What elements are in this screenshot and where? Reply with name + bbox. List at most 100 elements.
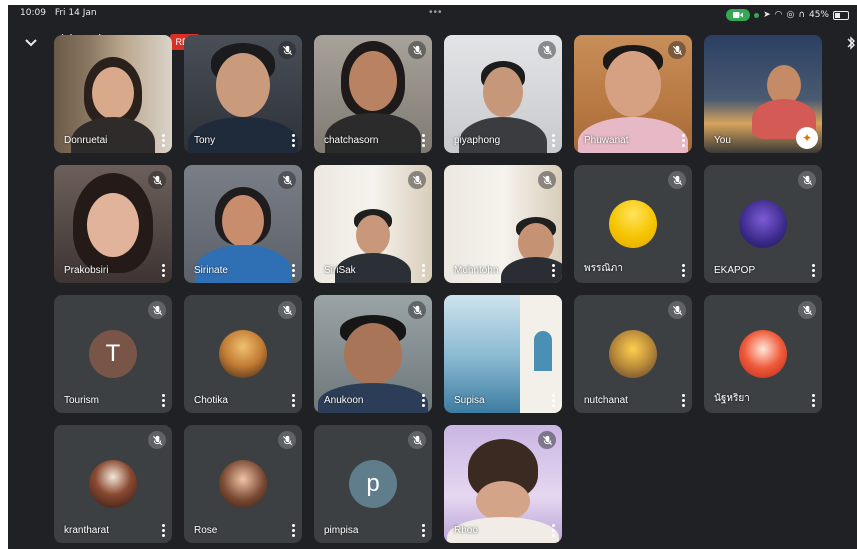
bluetooth-audio-icon[interactable] (846, 35, 856, 51)
battery-icon (833, 10, 849, 20)
avatar (739, 330, 787, 378)
participant-face (483, 67, 523, 117)
mic-muted-icon (798, 301, 816, 319)
participant-name: Anukoon (324, 395, 364, 406)
participant-tile[interactable]: Prakobsiri (54, 165, 172, 283)
participant-face (349, 51, 397, 111)
participant-tile[interactable]: nutchanat (574, 295, 692, 413)
more-options-icon[interactable] (290, 523, 296, 537)
participant-tile[interactable]: SiriSak (314, 165, 432, 283)
participant-body (195, 245, 291, 283)
participant-tile[interactable]: chatchasorn (314, 35, 432, 153)
participant-tile[interactable]: p pimpisa (314, 425, 432, 543)
participant-name: Tourism (64, 395, 100, 406)
participant-name: Rhoo (454, 525, 478, 536)
camera-in-use-icon (726, 9, 751, 21)
mic-muted-icon (538, 41, 556, 59)
headphones-icon: ∩ (798, 10, 805, 20)
participant-tile[interactable]: Anukoon (314, 295, 432, 413)
participant-name: Mohntohn (454, 265, 499, 276)
participant-tile[interactable]: piyaphong (444, 35, 562, 153)
avatar (609, 330, 657, 378)
more-options-icon[interactable] (550, 393, 556, 407)
participant-tile[interactable]: EKAPOP (704, 165, 822, 283)
avatar (219, 460, 267, 508)
participant-name: Sirinate (194, 265, 228, 276)
participant-name: SiriSak (324, 265, 356, 276)
participant-face (222, 195, 264, 247)
participant-face (216, 53, 270, 117)
more-options-icon[interactable] (550, 133, 556, 147)
participant-name: EKAPOP (714, 265, 756, 276)
more-options-icon[interactable] (550, 263, 556, 277)
mic-muted-icon (798, 171, 816, 189)
mic-muted-icon (408, 431, 426, 449)
more-options-icon[interactable] (810, 393, 816, 407)
participant-tile[interactable]: Rhoo (444, 425, 562, 543)
participant-tile[interactable]: นัฐหริยา (704, 295, 822, 413)
more-options-icon[interactable] (160, 133, 166, 147)
more-options-icon[interactable] (160, 393, 166, 407)
mic-muted-icon (278, 171, 296, 189)
participant-tile[interactable]: Tony (184, 35, 302, 153)
participant-tile[interactable]: Chotika (184, 295, 302, 413)
participant-tile[interactable]: krantharat (54, 425, 172, 543)
participant-tile-self[interactable]: You ✦ (704, 35, 822, 153)
avatar (89, 460, 137, 508)
more-options-icon[interactable] (420, 523, 426, 537)
more-options-icon[interactable] (160, 263, 166, 277)
status-bar: 10:09 Fri 14 Jan ••• ➤ ◠ ◎ ∩ 45% (8, 5, 857, 25)
mic-muted-icon (278, 431, 296, 449)
participant-face (605, 51, 661, 117)
participant-tile[interactable]: Phuwanat (574, 35, 692, 153)
mic-muted-icon (668, 301, 686, 319)
mic-muted-icon (278, 41, 296, 59)
avatar (609, 200, 657, 248)
participant-tile[interactable]: Rose (184, 425, 302, 543)
mic-in-use-dot-icon (754, 12, 760, 18)
mic-muted-icon (148, 171, 166, 189)
participant-name: You (714, 135, 731, 146)
participant-name: Supisa (454, 395, 485, 406)
mic-muted-icon (148, 301, 166, 319)
more-options-icon[interactable] (160, 523, 166, 537)
participant-video (534, 331, 552, 371)
more-options-icon[interactable] (680, 133, 686, 147)
collapse-chevron-icon[interactable] (22, 35, 40, 51)
participant-tile[interactable]: Supisa (444, 295, 562, 413)
more-options-icon[interactable] (290, 263, 296, 277)
more-options-icon[interactable] (810, 263, 816, 277)
participant-tile[interactable]: Sirinate (184, 165, 302, 283)
participant-tile[interactable]: พรรณิภา (574, 165, 692, 283)
more-options-icon[interactable] (420, 263, 426, 277)
participant-name: Chotika (194, 395, 228, 406)
more-options-icon[interactable] (420, 393, 426, 407)
participant-tile[interactable]: T Tourism (54, 295, 172, 413)
mic-muted-icon (408, 301, 426, 319)
mic-muted-icon (668, 171, 686, 189)
participant-face (356, 215, 390, 255)
mic-muted-icon (148, 431, 166, 449)
effects-sparkle-icon[interactable]: ✦ (796, 127, 818, 149)
avatar (739, 200, 787, 248)
participant-face (87, 193, 139, 257)
more-options-icon[interactable] (420, 133, 426, 147)
mic-muted-icon (278, 301, 296, 319)
location-arrow-icon: ➤ (763, 10, 771, 20)
avatar: p (349, 460, 397, 508)
multitasking-dots-icon[interactable]: ••• (429, 7, 443, 18)
more-options-icon[interactable] (550, 523, 556, 537)
participant-face (344, 323, 402, 385)
participant-tile[interactable]: Mohntohn (444, 165, 562, 283)
participant-name: krantharat (64, 525, 110, 536)
participant-tile[interactable]: Donruetai (54, 35, 172, 153)
more-options-icon[interactable] (290, 133, 296, 147)
more-options-icon[interactable] (290, 393, 296, 407)
focus-icon: ◎ (786, 10, 795, 20)
more-options-icon[interactable] (680, 263, 686, 277)
participant-name: พรรณิภา (584, 263, 623, 274)
participant-name: nutchanat (584, 395, 628, 406)
participant-name: pimpisa (324, 525, 359, 536)
participant-name: Rose (194, 525, 218, 536)
more-options-icon[interactable] (680, 393, 686, 407)
